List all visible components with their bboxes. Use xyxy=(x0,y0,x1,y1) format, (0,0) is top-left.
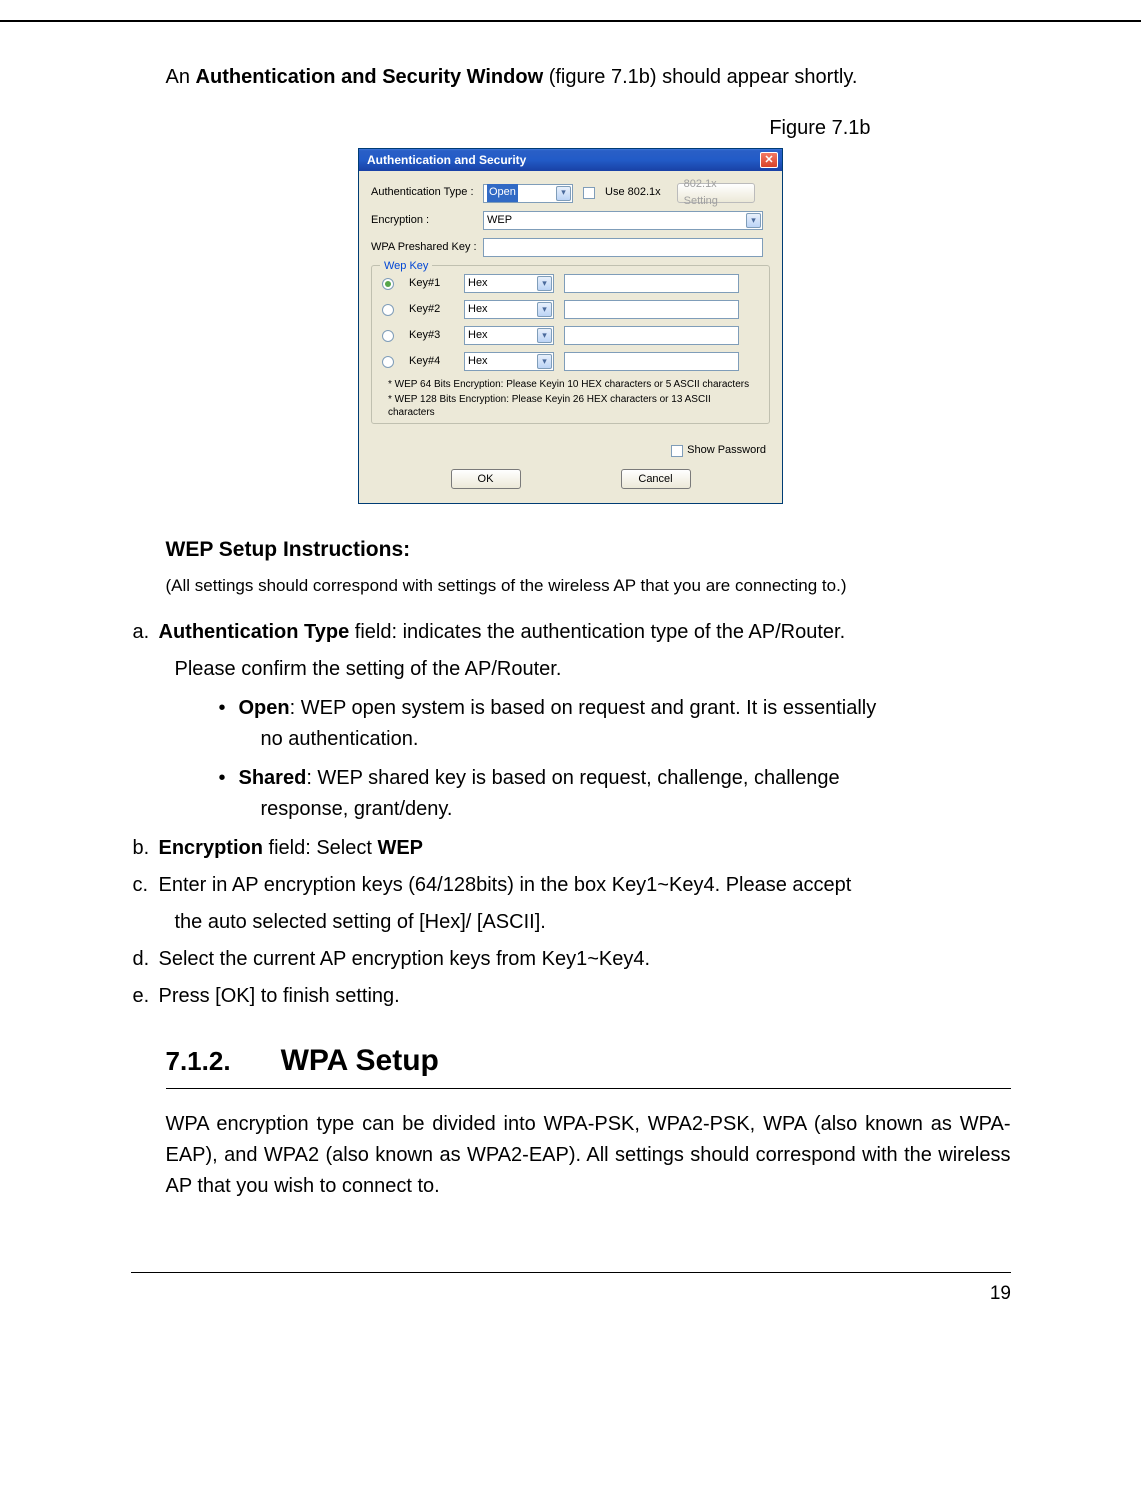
list-item: Enter in AP encryption keys (64/128bits)… xyxy=(153,870,1011,938)
figure-caption: Figure 7.1b xyxy=(131,113,871,144)
list-item: Press [OK] to finish setting. xyxy=(153,981,1011,1012)
step-d: Select the current AP encryption keys fr… xyxy=(159,948,651,970)
key-format: Hex xyxy=(468,301,488,318)
key-label: Key#3 xyxy=(409,327,454,344)
key1-format-select[interactable]: Hex ▾ xyxy=(464,274,554,293)
wep-note: (All settings should correspond with set… xyxy=(131,573,1011,599)
wpa-paragraph: WPA encryption type can be divided into … xyxy=(131,1109,1011,1202)
dialog-title: Authentication and Security xyxy=(367,151,526,170)
shared-line2: response, grant/deny. xyxy=(239,794,1011,825)
step-b-mid: field: Select xyxy=(263,837,378,859)
key4-radio[interactable] xyxy=(382,356,394,368)
open-bold: Open xyxy=(239,697,290,719)
bottom-rule xyxy=(131,1272,1011,1273)
step-a-rest: field: indicates the authentication type… xyxy=(349,621,845,643)
list-item: Encryption field: Select WEP xyxy=(153,833,1011,864)
wep-key-group: Wep Key Key#1 Hex ▾ Key#2 xyxy=(371,265,770,424)
step-a-bold: Authentication Type xyxy=(159,621,350,643)
intro-bold: Authentication and Security Window xyxy=(196,66,544,88)
step-b-bold1: Encryption xyxy=(159,837,263,859)
key2-radio[interactable] xyxy=(382,304,394,316)
ok-button[interactable]: OK xyxy=(451,469,521,489)
key-format: Hex xyxy=(468,327,488,344)
list-item: Authentication Type field: indicates the… xyxy=(153,617,1011,825)
chevron-down-icon: ▾ xyxy=(537,328,552,343)
key-label: Key#1 xyxy=(409,275,454,292)
shared-rest: : WEP shared key is based on request, ch… xyxy=(306,767,839,789)
chevron-down-icon: ▾ xyxy=(537,276,552,291)
section-heading: 7.1.2. WPA Setup xyxy=(166,1038,1011,1090)
auth-security-dialog: Authentication and Security ✕ Authentica… xyxy=(358,148,783,504)
open-rest: : WEP open system is based on request an… xyxy=(290,697,877,719)
step-b-bold2: WEP xyxy=(377,837,423,859)
key-row: Key#3 Hex ▾ xyxy=(382,326,759,345)
encryption-select[interactable]: WEP ▾ xyxy=(483,211,763,230)
auth-type-value: Open xyxy=(487,184,518,201)
key-label: Key#4 xyxy=(409,353,454,370)
encryption-label: Encryption : xyxy=(371,212,483,229)
wpa-psk-input[interactable] xyxy=(483,238,763,257)
key-label: Key#2 xyxy=(409,301,454,318)
shared-bold: Shared xyxy=(239,767,307,789)
step-c-line2: the auto selected setting of [Hex]/ [ASC… xyxy=(159,907,1011,938)
step-c: Enter in AP encryption keys (64/128bits)… xyxy=(159,874,852,896)
chevron-down-icon: ▾ xyxy=(746,213,761,228)
encryption-value: WEP xyxy=(487,212,512,229)
key4-input[interactable] xyxy=(564,352,739,371)
wpa-psk-label: WPA Preshared Key : xyxy=(371,239,483,256)
top-rule xyxy=(0,20,1141,22)
cancel-button[interactable]: Cancel xyxy=(621,469,691,489)
key2-format-select[interactable]: Hex ▾ xyxy=(464,300,554,319)
wep-hint-64: * WEP 64 Bits Encryption: Please Keyin 1… xyxy=(388,378,759,391)
dialog-titlebar[interactable]: Authentication and Security ✕ xyxy=(359,149,782,171)
intro-paragraph: An Authentication and Security Window (f… xyxy=(131,62,1011,93)
step-e: Press [OK] to finish setting. xyxy=(159,985,400,1007)
chevron-down-icon: ▾ xyxy=(537,354,552,369)
key-row: Key#1 Hex ▾ xyxy=(382,274,759,293)
use-8021x-label: Use 802.1x xyxy=(605,184,661,201)
key-format: Hex xyxy=(468,353,488,370)
section-title: WPA Setup xyxy=(281,1038,439,1085)
step-a-line2: Please confirm the setting of the AP/Rou… xyxy=(159,654,1011,685)
chevron-down-icon: ▾ xyxy=(556,186,571,201)
list-item: Select the current AP encryption keys fr… xyxy=(153,944,1011,975)
key1-input[interactable] xyxy=(564,274,739,293)
key-format: Hex xyxy=(468,275,488,292)
open-line2: no authentication. xyxy=(239,724,1011,755)
list-item: Shared: WEP shared key is based on reque… xyxy=(219,763,1011,825)
auth-type-label: Authentication Type : xyxy=(371,184,483,201)
key-row: Key#2 Hex ▾ xyxy=(382,300,759,319)
show-password-label: Show Password xyxy=(687,442,766,459)
use-8021x-checkbox[interactable] xyxy=(583,187,595,199)
wep-heading: WEP Setup Instructions: xyxy=(131,534,1011,567)
key4-format-select[interactable]: Hex ▾ xyxy=(464,352,554,371)
key3-format-select[interactable]: Hex ▾ xyxy=(464,326,554,345)
8021x-setting-button: 802.1x Setting xyxy=(677,183,755,203)
list-item: Open: WEP open system is based on reques… xyxy=(219,693,1011,755)
key1-radio[interactable] xyxy=(382,278,394,290)
key3-input[interactable] xyxy=(564,326,739,345)
page-number: 19 xyxy=(0,1283,1011,1305)
intro-prefix: An xyxy=(166,66,196,88)
key3-radio[interactable] xyxy=(382,330,394,342)
close-icon[interactable]: ✕ xyxy=(760,152,778,168)
wep-key-legend: Wep Key xyxy=(380,258,432,275)
chevron-down-icon: ▾ xyxy=(537,302,552,317)
key-row: Key#4 Hex ▾ xyxy=(382,352,759,371)
section-number: 7.1.2. xyxy=(166,1041,231,1081)
wep-steps-list: Authentication Type field: indicates the… xyxy=(131,617,1011,1012)
key2-input[interactable] xyxy=(564,300,739,319)
wep-hint-128: * WEP 128 Bits Encryption: Please Keyin … xyxy=(388,393,759,419)
auth-type-select[interactable]: Open ▾ xyxy=(483,184,573,203)
intro-suffix: (figure 7.1b) should appear shortly. xyxy=(543,66,857,88)
show-password-checkbox[interactable] xyxy=(671,445,683,457)
